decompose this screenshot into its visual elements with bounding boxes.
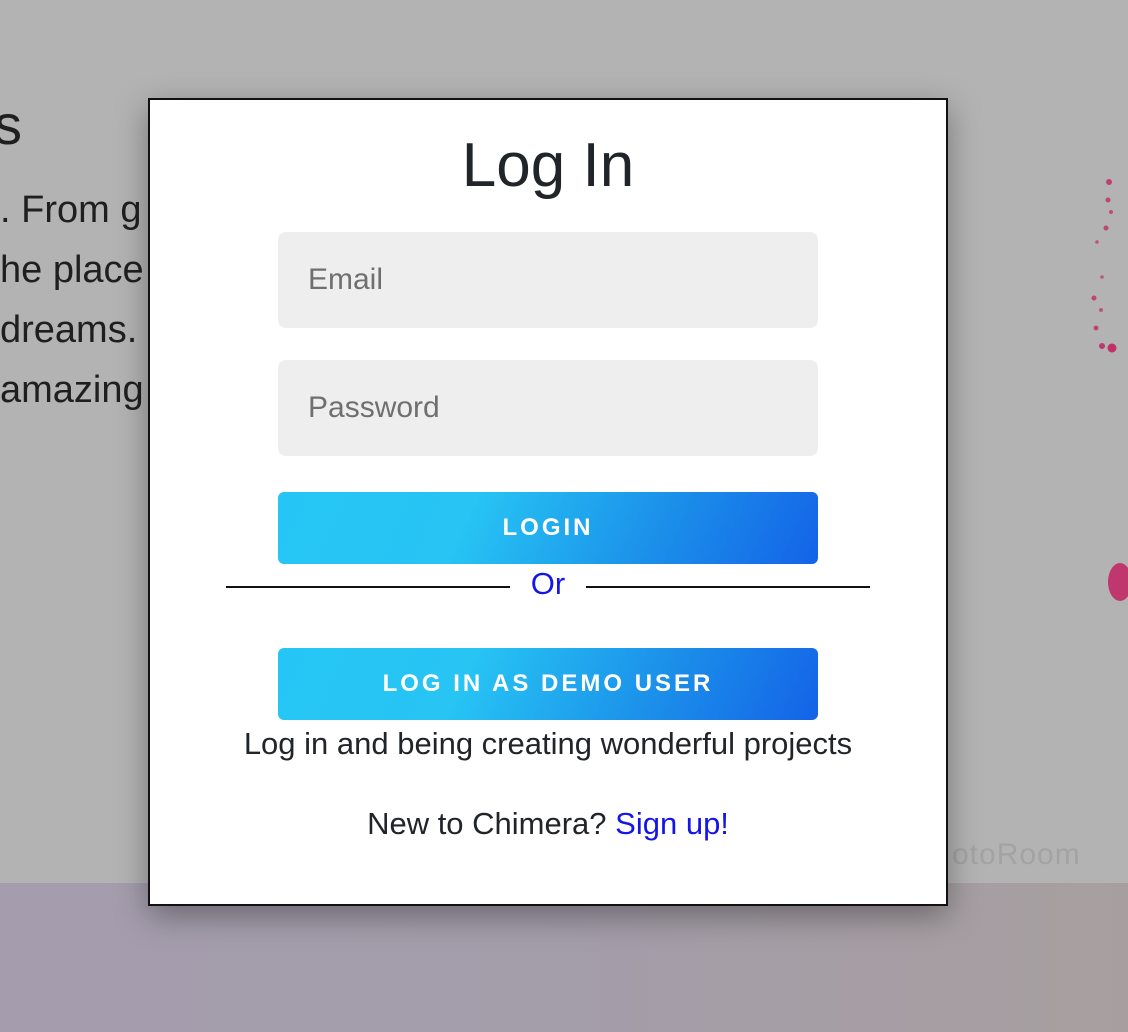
divider-line-left xyxy=(226,586,510,588)
login-button[interactable]: LOGIN xyxy=(278,492,818,564)
paint-splash-image xyxy=(1091,179,1128,601)
background-heading: s xyxy=(0,93,22,156)
demo-login-button[interactable]: LOG IN AS DEMO USER xyxy=(278,648,818,720)
signup-prompt: New to Chimera? xyxy=(367,806,607,841)
email-input[interactable] xyxy=(278,232,818,328)
divider-or-text: Or xyxy=(530,566,566,601)
divider-line-right xyxy=(586,586,870,588)
background-watermark: otoRoom xyxy=(952,838,1081,871)
login-modal: Log In LOGIN Or LOG IN AS DEMO USER Log … xyxy=(148,98,948,906)
modal-title: Log In xyxy=(461,131,635,200)
tagline-text: Log in and being creating wonderful proj… xyxy=(243,726,853,761)
password-input[interactable] xyxy=(278,360,818,456)
signup-link[interactable]: Sign up! xyxy=(615,806,729,841)
signup-row: New to Chimera? Sign up! xyxy=(150,806,946,842)
